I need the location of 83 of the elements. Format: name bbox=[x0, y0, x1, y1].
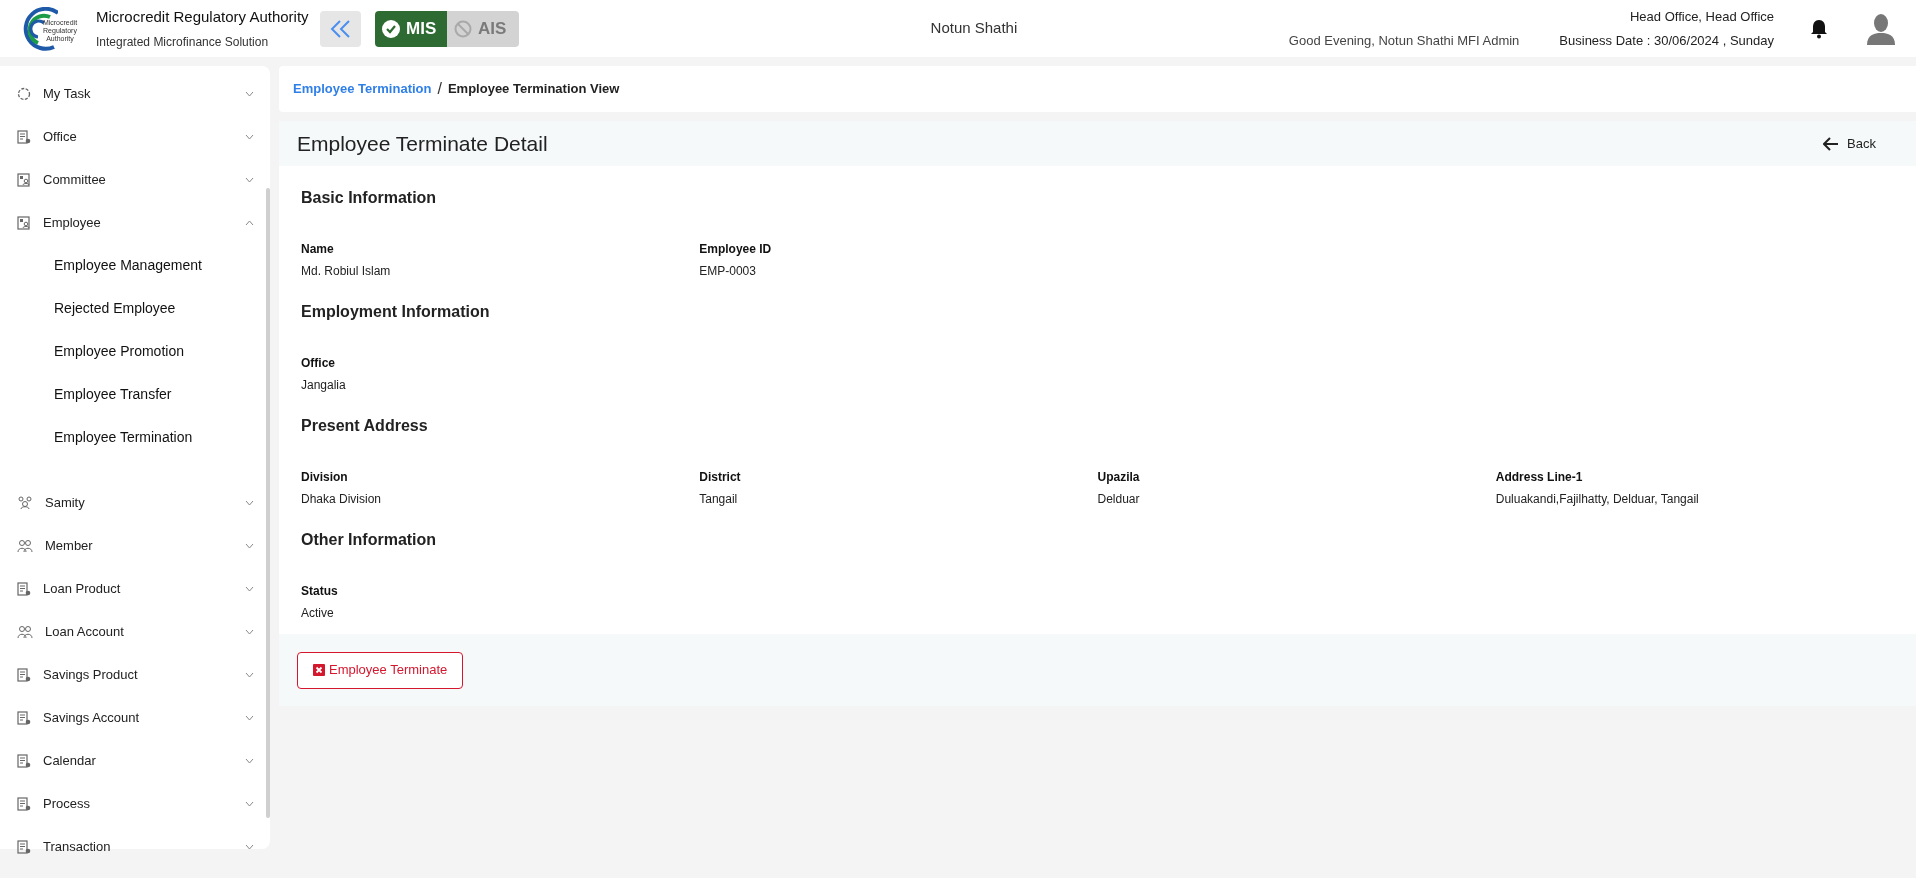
sidebar-item[interactable]: Savings Account bbox=[0, 696, 270, 739]
field-label: Status bbox=[301, 583, 339, 600]
section-title: Employment Information bbox=[301, 302, 491, 322]
double-chevron-left-icon bbox=[328, 18, 353, 39]
field-value: Jangalia bbox=[301, 377, 347, 394]
chevron-down-icon bbox=[245, 671, 254, 678]
field-label: Division bbox=[301, 469, 349, 486]
document-icon bbox=[17, 753, 31, 768]
breadcrumb-current: Employee Termination View bbox=[447, 80, 620, 99]
greeting-text: Good Evening, Notun Shathi MFI Admin bbox=[1288, 31, 1520, 50]
chevron-down-icon bbox=[245, 843, 254, 850]
sidebar-item[interactable]: Member bbox=[0, 524, 270, 567]
chevron-down-icon bbox=[245, 90, 254, 97]
field-value: Tangail bbox=[699, 491, 739, 508]
field-value: Active bbox=[301, 605, 335, 622]
document-icon bbox=[17, 710, 31, 725]
field-label: District bbox=[699, 469, 742, 486]
sidebar-subitem[interactable]: Employee Promotion bbox=[0, 330, 270, 373]
chevron-up-icon bbox=[245, 219, 254, 226]
notification-bell-icon[interactable] bbox=[1810, 18, 1828, 39]
sidebar-item[interactable]: Loan Account bbox=[0, 610, 270, 653]
sidebar-item[interactable]: Office bbox=[0, 115, 270, 158]
section-title: Present Address bbox=[301, 416, 429, 436]
field-label: Employee ID bbox=[699, 241, 773, 258]
breadcrumb-separator: / bbox=[437, 79, 442, 99]
sidebar-subitem[interactable]: Rejected Employee bbox=[0, 287, 270, 330]
chevron-down-icon bbox=[245, 176, 254, 183]
chevron-down-icon bbox=[245, 628, 254, 635]
company-name: Notun Shathi bbox=[930, 18, 1018, 39]
back-button[interactable]: Back bbox=[1823, 133, 1876, 154]
document-icon bbox=[17, 839, 31, 854]
sidebar-subitem[interactable]: Employee Transfer bbox=[0, 373, 270, 416]
org-subtitle: Integrated Microfinance Solution bbox=[96, 33, 270, 51]
arrow-left-icon bbox=[1823, 136, 1840, 151]
business-date: Business Date : 30/06/2024 , Sunday bbox=[1559, 31, 1774, 50]
sidebar-item[interactable]: Process bbox=[0, 782, 270, 825]
sidebar-subitem[interactable]: Employee Management bbox=[0, 244, 270, 287]
page-title: Employee Terminate Detail bbox=[297, 130, 548, 157]
sidebar-item[interactable]: Savings Product bbox=[0, 653, 270, 696]
field-value: EMP-0003 bbox=[699, 263, 757, 280]
chevron-down-icon bbox=[245, 133, 254, 140]
field-value: Dhaka Division bbox=[301, 491, 383, 508]
field-label: Name bbox=[301, 241, 335, 258]
field-value: Duluakandi,Fajilhatty, Delduar, Tangail bbox=[1495, 491, 1700, 508]
chevron-down-icon bbox=[245, 585, 254, 592]
field-label: Address Line-1 bbox=[1495, 469, 1584, 486]
sidebar-item[interactable]: Transaction bbox=[0, 825, 270, 868]
sidebar-subitem[interactable]: Employee Termination bbox=[0, 416, 270, 459]
user-avatar-icon[interactable] bbox=[1866, 12, 1896, 45]
document-icon bbox=[17, 667, 31, 682]
chevron-down-icon bbox=[245, 757, 254, 764]
chevron-down-icon bbox=[245, 499, 254, 506]
document-icon bbox=[17, 581, 31, 596]
field-value: Delduar bbox=[1097, 491, 1141, 508]
chevron-down-icon bbox=[245, 714, 254, 721]
office-name: Head Office, Head Office bbox=[1629, 8, 1774, 26]
module-toggle[interactable]: MIS bbox=[375, 10, 447, 47]
field-label: Upazila bbox=[1097, 469, 1141, 486]
org-title: Microcredit Regulatory Authority bbox=[96, 7, 309, 28]
terminate-button[interactable]: Employee Terminate bbox=[297, 651, 464, 689]
field-label: Office bbox=[301, 355, 336, 372]
close-icon bbox=[313, 664, 325, 676]
people-icon bbox=[17, 624, 33, 639]
chevron-down-icon bbox=[245, 542, 254, 549]
sidebar-item[interactable]: Samity bbox=[0, 481, 270, 524]
id-card-icon bbox=[17, 172, 31, 187]
sidebar-item[interactable]: Loan Product bbox=[0, 567, 270, 610]
spinner-icon bbox=[17, 86, 31, 101]
document-icon bbox=[17, 796, 31, 811]
sidebar-item[interactable]: Calendar bbox=[0, 739, 270, 782]
breadcrumb-link[interactable]: Employee Termination bbox=[293, 79, 432, 99]
document-icon bbox=[17, 129, 31, 144]
id-card-icon bbox=[17, 215, 31, 230]
field-value: Md. Robiul Islam bbox=[301, 263, 392, 280]
sidebar-item[interactable]: My Task bbox=[0, 72, 270, 115]
people-icon bbox=[17, 538, 33, 553]
group-icon bbox=[17, 495, 33, 510]
sidebar-item[interactable]: Committee bbox=[0, 158, 270, 201]
sidebar-item[interactable]: Employee bbox=[0, 201, 270, 244]
collapse-button[interactable] bbox=[320, 10, 361, 47]
section-title: Other Information bbox=[301, 530, 438, 550]
section-title: Basic Information bbox=[301, 188, 438, 208]
chevron-down-icon bbox=[245, 800, 254, 807]
